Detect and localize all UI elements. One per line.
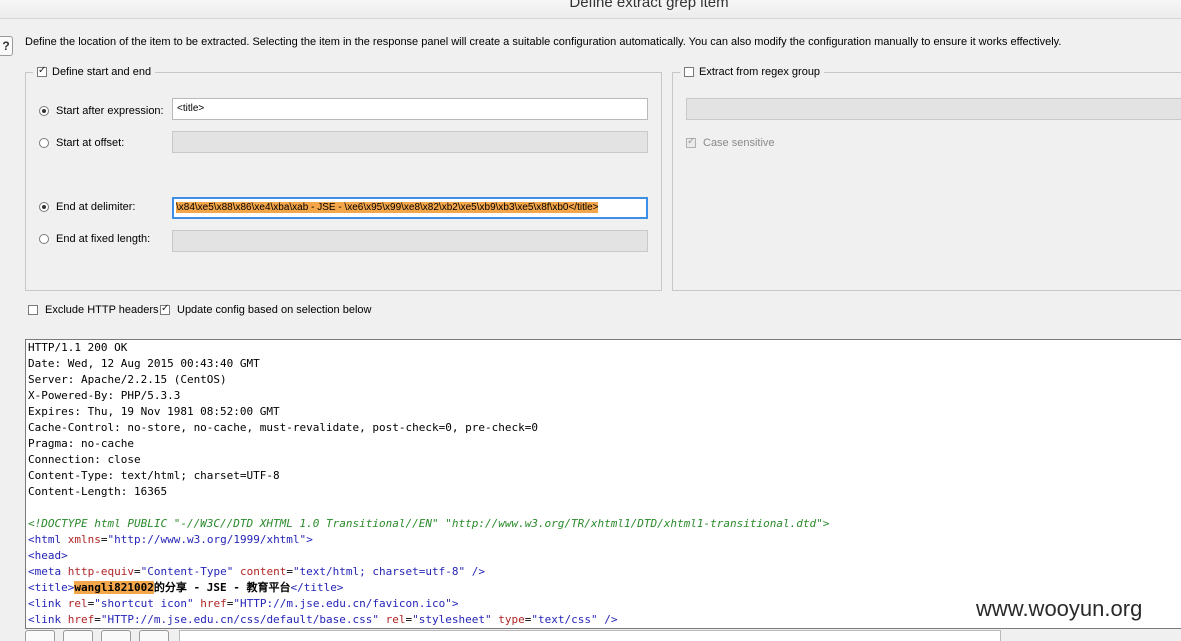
description-text: Define the location of the item to be ex… [25, 36, 1062, 48]
update-config-checkbox[interactable] [160, 303, 170, 315]
end-fixed-option[interactable]: End at fixed length: [39, 233, 150, 245]
start-offset-option[interactable]: Start at offset: [39, 137, 124, 149]
end-delim-input[interactable]: \x84\xe5\x88\x86\xe4\xba\xab - JSE - \xe… [172, 197, 648, 219]
end-fixed-label: End at fixed length: [56, 233, 151, 245]
start-after-option[interactable]: Start after expression: [39, 105, 164, 117]
doctype-line: <!DOCTYPE html PUBLIC "-//W3C//DTD XHTML… [28, 517, 830, 530]
update-config-label: Update config based on selection below [177, 304, 372, 316]
define-start-end-label: Define start and end [52, 66, 152, 78]
html-line: <html xmlns="http://www.w3.org/1999/xhtm… [28, 533, 313, 546]
case-sensitive-label: Case sensitive [703, 137, 775, 149]
selected-text[interactable]: wangli821002 [74, 581, 154, 594]
header-line: Content-Length: 16365 [28, 485, 168, 498]
exclude-headers-checkbox[interactable] [28, 305, 38, 315]
header-line: Date: Wed, 12 Aug 2015 00:43:40 GMT [28, 357, 260, 370]
response-panel[interactable]: HTTP/1.1 200 OK Date: Wed, 12 Aug 2015 00… [25, 339, 1181, 629]
add-button[interactable] [101, 630, 131, 641]
case-sensitive-option[interactable]: Case sensitive [686, 136, 775, 149]
header-line: X-Powered-By: PHP/5.3.3 [28, 389, 181, 402]
update-config-option[interactable]: Update config based on selection below [160, 303, 372, 316]
define-start-end-legend[interactable]: Define start and end [33, 65, 156, 78]
header-line: Server: Apache/2.2.15 (CentOS) [28, 373, 227, 386]
start-offset-radio[interactable] [39, 138, 49, 148]
end-fixed-radio[interactable] [39, 234, 49, 244]
dialog-title: Define extract grep item [569, 0, 729, 11]
end-delim-value: \x84\xe5\x88\x86\xe4\xba\xab - JSE - \xe… [176, 202, 599, 213]
regex-input[interactable] [686, 98, 1181, 120]
prev-button[interactable] [63, 630, 93, 641]
search-input[interactable] [179, 630, 1001, 641]
end-delim-radio[interactable] [39, 202, 49, 212]
header-line: Connection: close [28, 453, 141, 466]
header-line: Cache-Control: no-store, no-cache, must-… [28, 421, 538, 434]
header-line: Pragma: no-cache [28, 437, 134, 450]
help-button[interactable]: ? [0, 36, 13, 56]
meta-line: <meta http-equiv="Content-Type" content=… [28, 565, 485, 578]
help-small-button[interactable] [25, 630, 55, 641]
dialog-titlebar: Define extract grep item [0, 0, 1181, 19]
start-after-label: Start after expression: [56, 105, 164, 117]
end-fixed-input[interactable] [172, 230, 648, 252]
response-headers: HTTP/1.1 200 OK Date: Wed, 12 Aug 2015 00… [26, 340, 1181, 500]
regex-checkbox[interactable] [684, 67, 694, 77]
regex-legend[interactable]: Extract from regex group [680, 66, 825, 78]
start-offset-input[interactable] [172, 131, 648, 153]
title-line: <title>wangli821002的分享 - JSE - 教育平台</tit… [28, 581, 344, 594]
case-sensitive-checkbox[interactable] [686, 136, 696, 148]
exclude-headers-option[interactable]: Exclude HTTP headers [28, 304, 159, 316]
start-offset-label: Start at offset: [56, 137, 125, 149]
end-delim-option[interactable]: End at delimiter: [39, 201, 135, 213]
bottom-toolbar [25, 630, 1001, 641]
header-line: Expires: Thu, 19 Nov 1981 08:52:00 GMT [28, 405, 280, 418]
start-after-input[interactable]: <title> [172, 98, 648, 120]
regex-label: Extract from regex group [699, 66, 821, 78]
header-line: Content-Type: text/html; charset=UTF-8 [28, 469, 280, 482]
head-line: <head> [28, 549, 68, 562]
exclude-headers-label: Exclude HTTP headers [45, 304, 159, 316]
end-delim-label: End at delimiter: [56, 201, 136, 213]
watermark-text: www.wooyun.org [976, 596, 1143, 621]
next-button[interactable] [139, 630, 169, 641]
define-start-end-checkbox[interactable] [37, 65, 47, 77]
header-line: HTTP/1.1 200 OK [28, 341, 128, 354]
start-after-radio[interactable] [39, 106, 49, 116]
